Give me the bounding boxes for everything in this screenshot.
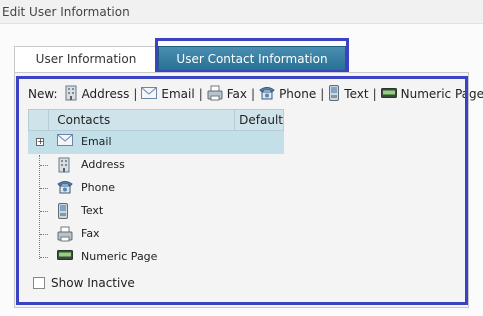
tab-user-information[interactable]: User Information bbox=[14, 46, 158, 72]
expand-toggle[interactable]: + bbox=[36, 138, 44, 146]
new-phone-link[interactable]: Phone bbox=[259, 86, 316, 103]
pager-icon bbox=[57, 249, 73, 263]
show-inactive-label: Show Inactive bbox=[51, 276, 135, 290]
new-fax-label: Fax bbox=[226, 87, 248, 101]
contacts-grid: Contacts Default + Email Address Phone T… bbox=[28, 109, 284, 269]
contact-label: Address bbox=[81, 158, 125, 171]
contact-row-text[interactable]: Text bbox=[28, 200, 284, 223]
contact-label: Text bbox=[81, 204, 104, 217]
contact-row-phone[interactable]: Phone bbox=[28, 177, 284, 200]
tree-branch bbox=[40, 154, 54, 177]
contact-label: Phone bbox=[81, 181, 116, 194]
page: Edit User Information User Information U… bbox=[0, 0, 483, 316]
new-contact-toolbar: New: Address | Email | Fax | Phone | Tex… bbox=[28, 84, 483, 104]
text-icon bbox=[57, 203, 69, 222]
tree-branch bbox=[40, 200, 54, 223]
show-inactive-option[interactable]: Show Inactive bbox=[33, 276, 135, 290]
grid-header-spacer bbox=[29, 110, 50, 130]
new-label: New: bbox=[28, 87, 58, 101]
tab-user-contact-information[interactable]: User Contact Information bbox=[158, 46, 346, 72]
new-email-link[interactable]: Email bbox=[141, 86, 195, 102]
fax-icon bbox=[207, 85, 223, 104]
new-email-label: Email bbox=[161, 87, 195, 101]
address-icon bbox=[64, 85, 78, 104]
pager-icon bbox=[380, 87, 397, 101]
tree-branch bbox=[40, 177, 54, 200]
show-inactive-checkbox[interactable] bbox=[33, 277, 45, 289]
fax-icon bbox=[57, 226, 73, 245]
new-text-label: Text bbox=[344, 87, 369, 101]
separator: | bbox=[372, 87, 377, 101]
separator: | bbox=[198, 87, 203, 101]
new-text-link[interactable]: Text bbox=[328, 84, 369, 104]
contact-label: Numeric Page bbox=[81, 250, 158, 263]
separator: | bbox=[133, 87, 138, 101]
new-numeric-pager-link[interactable]: Numeric Pager bbox=[380, 87, 483, 101]
tree-branch bbox=[40, 246, 54, 269]
new-phone-label: Phone bbox=[279, 87, 317, 101]
phone-icon bbox=[259, 86, 275, 103]
column-header-contacts[interactable]: Contacts bbox=[49, 110, 236, 130]
column-header-default[interactable]: Default bbox=[235, 110, 283, 130]
address-icon bbox=[57, 157, 71, 176]
separator: | bbox=[251, 87, 256, 101]
contact-label: Email bbox=[81, 135, 112, 148]
grid-header: Contacts Default bbox=[28, 109, 284, 131]
contact-row-email[interactable]: + Email bbox=[28, 131, 284, 154]
new-fax-link[interactable]: Fax bbox=[207, 85, 247, 104]
email-icon bbox=[141, 86, 158, 102]
tab-bar: User Information User Contact Informatio… bbox=[10, 38, 483, 72]
new-address-link[interactable]: Address bbox=[64, 85, 130, 104]
contact-row-fax[interactable]: Fax bbox=[28, 223, 284, 246]
contact-row-numeric-page[interactable]: Numeric Page bbox=[28, 246, 284, 269]
separator: | bbox=[320, 87, 325, 101]
email-icon bbox=[57, 134, 73, 149]
contact-label: Fax bbox=[81, 227, 100, 240]
contact-row-address[interactable]: Address bbox=[28, 154, 284, 177]
tree-connector-line bbox=[39, 155, 40, 259]
tree-branch bbox=[40, 223, 54, 246]
phone-icon bbox=[57, 180, 73, 197]
new-address-label: Address bbox=[81, 87, 130, 101]
text-icon bbox=[328, 84, 340, 104]
window-title: Edit User Information bbox=[0, 0, 483, 24]
new-numeric-pager-label: Numeric Pager bbox=[400, 87, 483, 101]
